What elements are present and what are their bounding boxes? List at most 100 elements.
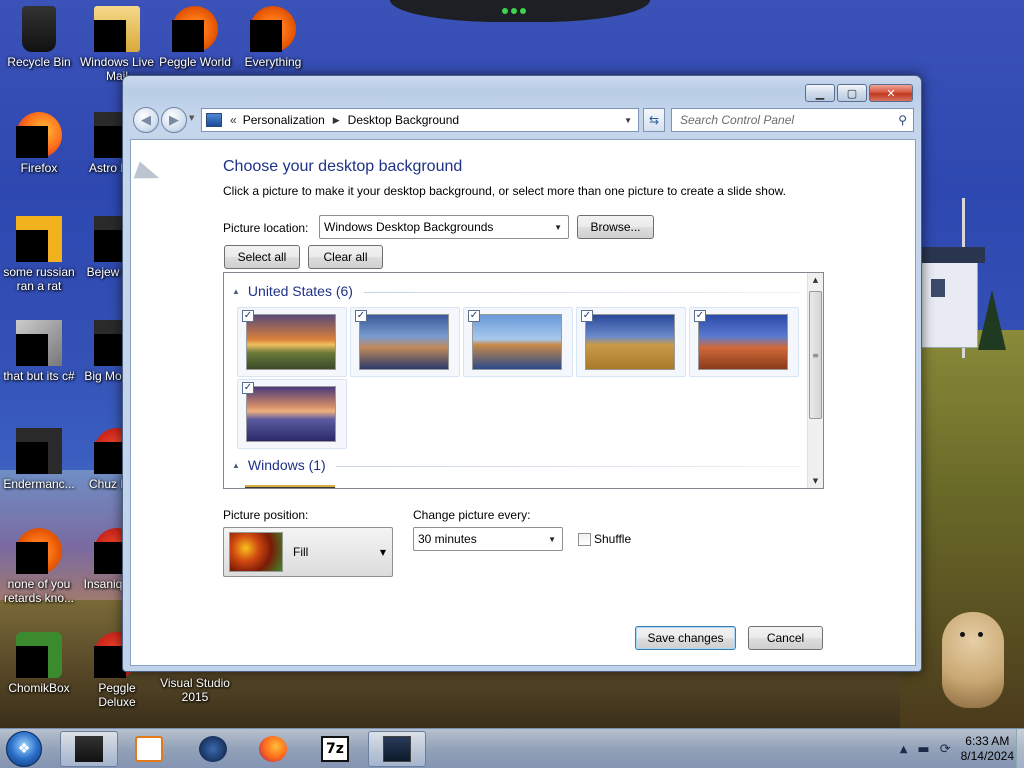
close-button[interactable]: ✕ bbox=[869, 84, 913, 102]
thumbnail-checkbox[interactable]: ✓ bbox=[355, 310, 367, 322]
shuffle-checkbox[interactable] bbox=[578, 533, 591, 546]
collapse-triangle-icon[interactable]: ▲ bbox=[232, 461, 240, 470]
wallpaper-thumb-image bbox=[585, 314, 675, 370]
gallery-scrollbar[interactable]: ▲ ≡ ▼ bbox=[807, 273, 823, 488]
breadcrumb-overflow[interactable]: « bbox=[230, 113, 237, 127]
group-title: Windows (1) bbox=[247, 457, 326, 473]
desktop-icon-everything[interactable]: Everything bbox=[234, 6, 312, 69]
desktop-icon-that-but-its-c[interactable]: that but its c# bbox=[0, 320, 78, 383]
chevron-down-icon: ▼ bbox=[379, 547, 386, 557]
browse-button[interactable]: Browse... bbox=[577, 215, 654, 239]
sync-icon[interactable]: ⟳ bbox=[940, 742, 951, 757]
picture-position-select[interactable]: Fill ▼ bbox=[223, 527, 393, 577]
desktop-icon-label: Recycle Bin bbox=[7, 55, 71, 69]
picture-location-select[interactable]: Windows Desktop Backgrounds ▼ bbox=[319, 215, 569, 239]
thumbnail-checkbox[interactable]: ✓ bbox=[581, 310, 593, 322]
recent-pages-dropdown[interactable]: ▼ bbox=[189, 114, 194, 122]
thumbnail-arch[interactable]: ✓ bbox=[689, 307, 799, 377]
desktop-icon-recycle-bin[interactable]: Recycle Bin bbox=[0, 6, 78, 69]
show-desktop-button[interactable] bbox=[1016, 729, 1024, 768]
taskbar-media-player[interactable] bbox=[120, 731, 178, 767]
chevron-down-icon: ▼ bbox=[554, 222, 562, 232]
thumbnail-checkbox[interactable]: ✓ bbox=[468, 310, 480, 322]
minimize-button[interactable]: ▁ bbox=[805, 84, 835, 102]
start-button[interactable]: ❖ bbox=[6, 731, 42, 767]
thumbnail-checkbox[interactable]: ✓ bbox=[242, 310, 254, 322]
desktop-icon-label: that but its c# bbox=[3, 369, 75, 383]
desktop-icon-label: none of you retards kno... bbox=[3, 577, 75, 605]
7zip-icon: 7z bbox=[321, 736, 349, 762]
thumbnail-lake-flowers[interactable]: ✓ bbox=[237, 379, 347, 449]
desktop-icon-endermanc[interactable]: Endermanc... bbox=[0, 428, 78, 491]
cancel-button[interactable]: Cancel bbox=[748, 626, 823, 650]
breadcrumb-personalization[interactable]: Personalization bbox=[243, 113, 325, 127]
desktop-icon-firefox[interactable]: Firefox bbox=[0, 112, 78, 175]
wallpaper-tree bbox=[978, 290, 1006, 350]
refresh-icon: ⇆ bbox=[648, 113, 660, 127]
scroll-thumb[interactable]: ≡ bbox=[809, 291, 822, 419]
desktop-icon-windows-live-mail[interactable]: Windows Live Mail bbox=[78, 6, 156, 83]
firefox-icon bbox=[259, 736, 287, 762]
select-all-button[interactable]: Select all bbox=[224, 245, 300, 269]
search-icon[interactable]: ⚲ bbox=[898, 113, 907, 127]
forward-arrow-icon: ▶ bbox=[169, 112, 179, 128]
address-dropdown-icon[interactable]: ▼ bbox=[624, 116, 632, 125]
wallpaper-thumb-image bbox=[359, 314, 449, 370]
clear-all-button[interactable]: Clear all bbox=[308, 245, 383, 269]
desktop-icon-peggle-world[interactable]: Peggle World bbox=[156, 6, 234, 69]
scroll-up-icon[interactable]: ▲ bbox=[808, 273, 823, 287]
hamster-gadget[interactable] bbox=[942, 612, 1004, 708]
desktop-icon-none-of-you[interactable]: none of you retards kno... bbox=[0, 528, 78, 605]
thumbnail-checkbox[interactable]: ✓ bbox=[694, 310, 706, 322]
taskbar-7zip[interactable]: 7z bbox=[306, 731, 364, 767]
thumbnail-checkbox[interactable]: ✓ bbox=[242, 382, 254, 394]
address-bar[interactable]: « Personalization ▶ Desktop Background ▼ bbox=[201, 108, 639, 132]
cursor-arrow-icon bbox=[133, 161, 163, 187]
collapse-triangle-icon[interactable]: ▲ bbox=[232, 287, 240, 296]
taskbar-control-panel[interactable] bbox=[368, 731, 426, 767]
maximize-button[interactable]: ▢ bbox=[837, 84, 867, 102]
scroll-down-icon[interactable]: ▼ bbox=[808, 474, 823, 488]
thumbnail-sunset-field[interactable]: ✓ bbox=[237, 307, 347, 377]
file-icon bbox=[16, 428, 62, 474]
desktop-icon-label: Visual Studio 2015 bbox=[160, 676, 230, 704]
desktop-window-icon bbox=[383, 736, 411, 762]
group-header-windows[interactable]: ▲ Windows (1) bbox=[232, 457, 326, 473]
breadcrumb-arrow-icon[interactable]: ▶ bbox=[333, 115, 340, 126]
file-icon bbox=[16, 528, 62, 574]
folder-icon bbox=[75, 736, 103, 762]
forward-button[interactable]: ▶ bbox=[161, 107, 187, 133]
desktop-icon-chomikbox[interactable]: ChomikBox bbox=[0, 632, 78, 695]
taskbar: ❖ 7z ▲ ▬ ⟳ 6:33 AM 8/14/2024 bbox=[0, 728, 1024, 768]
firefox-icon bbox=[16, 112, 62, 158]
desktop-icon-visual-studio[interactable]: Visual Studio 2015 bbox=[156, 676, 234, 704]
wallpaper-device bbox=[390, 0, 650, 22]
thumbnail-hay-bale[interactable]: ✓ bbox=[576, 307, 686, 377]
desktop-icon-label: some russian ran a rat bbox=[3, 265, 75, 293]
taskbar-firefox[interactable] bbox=[244, 731, 302, 767]
thumbnail-windows-partial[interactable] bbox=[245, 485, 335, 488]
save-changes-button[interactable]: Save changes bbox=[635, 626, 736, 650]
position-preview-image bbox=[229, 532, 283, 572]
windows-logo-icon: ❖ bbox=[17, 741, 31, 757]
search-input[interactable]: Search Control Panel ⚲ bbox=[671, 108, 914, 132]
group-header-united-states[interactable]: ▲ United States (6) bbox=[232, 283, 353, 299]
taskbar-file-explorer[interactable] bbox=[60, 731, 118, 767]
taskbar-globe-app[interactable] bbox=[184, 731, 242, 767]
shuffle-label: Shuffle bbox=[594, 532, 632, 546]
chevron-down-icon: ▼ bbox=[548, 534, 556, 544]
change-interval-select[interactable]: 30 minutes ▼ bbox=[413, 527, 563, 551]
refresh-button[interactable]: ⇆ bbox=[643, 108, 665, 132]
wallpaper-house bbox=[913, 247, 985, 348]
back-button[interactable]: ◀ bbox=[133, 107, 159, 133]
breadcrumb-desktop-background[interactable]: Desktop Background bbox=[348, 113, 459, 127]
chomikbox-icon bbox=[16, 632, 62, 678]
desktop-icon-label: Endermanc... bbox=[3, 477, 75, 491]
thumbnail-rock-reflection[interactable]: ✓ bbox=[463, 307, 573, 377]
network-icon[interactable]: ▬ bbox=[917, 742, 929, 757]
show-hidden-icons-icon[interactable]: ▲ bbox=[900, 744, 908, 755]
clock[interactable]: 6:33 AM 8/14/2024 bbox=[961, 734, 1014, 764]
desktop-icon-some-russian[interactable]: some russian ran a rat bbox=[0, 216, 78, 293]
thumbnail-lighthouse[interactable]: ✓ bbox=[350, 307, 460, 377]
change-picture-label: Change picture every: bbox=[413, 508, 531, 522]
